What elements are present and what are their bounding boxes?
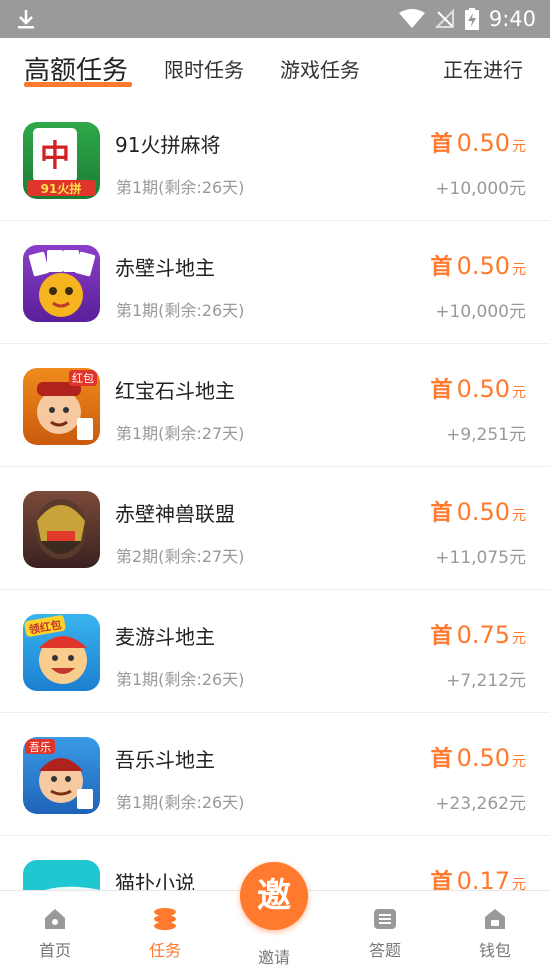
task-total: +10,000元 bbox=[435, 302, 526, 322]
app-icon-chibi-beast bbox=[23, 491, 100, 568]
reward-unit: 元 bbox=[512, 508, 526, 524]
happy-face-icon: 领红包 bbox=[24, 615, 87, 684]
task-name: 赤壁神兽联盟 bbox=[115, 502, 235, 526]
reward-unit: 元 bbox=[512, 754, 526, 770]
task-reward: 首 0.50 元 bbox=[431, 126, 526, 158]
reward-unit: 元 bbox=[512, 385, 526, 401]
no-signal-icon bbox=[434, 9, 454, 28]
task-total: +11,075元 bbox=[435, 548, 526, 568]
nav-home[interactable]: 首页 bbox=[0, 905, 110, 961]
landlord-cards-icon: 吾乐 bbox=[25, 739, 93, 809]
nav-invite-label: 邀请 bbox=[257, 948, 290, 967]
task-reward: 首 0.50 元 bbox=[431, 372, 526, 404]
status-bar: 9:40 bbox=[0, 0, 550, 38]
task-row[interactable]: 中 91火拼 91火拼麻将 第1期(剩余:26天) 首 0.50 元 +10,0… bbox=[0, 98, 550, 221]
svg-text:红包: 红包 bbox=[72, 372, 94, 385]
first-reward-badge: 首 bbox=[430, 624, 453, 649]
invite-button[interactable]: 邀 bbox=[240, 862, 308, 930]
reward-unit: 元 bbox=[512, 139, 526, 155]
download-icon bbox=[18, 10, 34, 29]
task-total: +7,212元 bbox=[446, 671, 526, 691]
task-reward: 首 0.50 元 bbox=[431, 495, 526, 527]
reward-amount: 0.50 bbox=[456, 744, 510, 772]
reward-unit: 元 bbox=[512, 631, 526, 647]
active-tab-underline bbox=[24, 82, 132, 87]
nav-tasks[interactable]: 任务 bbox=[110, 905, 220, 961]
app-icon-mahjong: 中 91火拼 bbox=[23, 122, 100, 199]
task-row[interactable]: 领红包 麦游斗地主 第1期(剩余:26天) 首 0.75 元 +7,212元 bbox=[0, 590, 550, 713]
app-icon-wule-doudizhu: 吾乐 bbox=[23, 737, 100, 814]
nav-quiz-label: 答题 bbox=[368, 941, 401, 960]
task-row[interactable]: 赤壁神兽联盟 第2期(剩余:27天) 首 0.50 元 +11,075元 bbox=[0, 467, 550, 590]
task-name: 吾乐斗地主 bbox=[115, 748, 215, 772]
nav-wallet-label: 钱包 bbox=[478, 941, 511, 960]
nav-tasks-label: 任务 bbox=[148, 941, 181, 960]
battery-charging-icon bbox=[464, 8, 479, 30]
task-period: 第2期(剩余:27天) bbox=[116, 547, 245, 566]
task-period: 第1期(剩余:26天) bbox=[116, 301, 245, 320]
first-reward-badge: 首 bbox=[430, 747, 453, 772]
home-icon bbox=[45, 909, 65, 929]
task-total: +23,262元 bbox=[435, 794, 526, 814]
nav-home-label: 首页 bbox=[38, 941, 71, 960]
app-icon-maopu-novel bbox=[23, 860, 100, 890]
reward-amount: 0.50 bbox=[456, 252, 510, 280]
task-name: 猫扑小说 bbox=[115, 871, 195, 890]
wallet-icon bbox=[485, 909, 505, 929]
task-list: 中 91火拼 91火拼麻将 第1期(剩余:26天) 首 0.50 元 +10,0… bbox=[0, 98, 550, 890]
first-reward-badge: 首 bbox=[430, 378, 453, 403]
status-time: 9:40 bbox=[488, 7, 536, 31]
task-reward: 首 0.75 元 bbox=[431, 618, 526, 650]
task-reward: 首 0.17 元 bbox=[431, 864, 526, 890]
mahjong-tile-icon: 中 91火拼 bbox=[27, 128, 96, 196]
task-row[interactable]: 赤壁斗地主 第1期(剩余:26天) 首 0.50 元 +10,000元 bbox=[0, 221, 550, 344]
tab-game-tasks[interactable]: 游戏任务 bbox=[280, 54, 360, 83]
reward-amount: 0.50 bbox=[456, 129, 510, 157]
task-name: 91火拼麻将 bbox=[115, 133, 221, 157]
task-total: +10,000元 bbox=[435, 179, 526, 199]
task-period: 第1期(剩余:26天) bbox=[116, 178, 245, 197]
task-period: 第1期(剩余:26天) bbox=[116, 670, 245, 689]
cards-tiger-icon bbox=[28, 250, 96, 317]
first-reward-badge: 首 bbox=[430, 132, 453, 157]
task-total: +9,251元 bbox=[446, 425, 526, 445]
task-tabs: 高额任务 限时任务 游戏任务 正在进行 bbox=[0, 38, 550, 98]
nav-wallet[interactable]: 钱包 bbox=[440, 905, 550, 961]
first-reward-badge: 首 bbox=[430, 255, 453, 280]
task-period: 第1期(剩余:26天) bbox=[116, 793, 245, 812]
nav-quiz[interactable]: 答题 bbox=[330, 905, 440, 961]
first-reward-badge: 首 bbox=[430, 501, 453, 526]
reward-amount: 0.50 bbox=[456, 498, 510, 526]
task-name: 赤壁斗地主 bbox=[115, 256, 215, 280]
coins-icon bbox=[154, 908, 176, 930]
reward-amount: 0.75 bbox=[456, 621, 510, 649]
svg-text:吾乐: 吾乐 bbox=[29, 741, 51, 754]
tab-limited-time[interactable]: 限时任务 bbox=[164, 54, 244, 83]
task-reward: 首 0.50 元 bbox=[431, 741, 526, 773]
warrior-helmet-icon bbox=[35, 499, 87, 559]
first-reward-badge: 首 bbox=[430, 870, 453, 890]
reward-unit: 元 bbox=[512, 262, 526, 278]
svg-text:中: 中 bbox=[40, 139, 70, 174]
svg-text:91火拼: 91火拼 bbox=[41, 181, 82, 196]
wifi-icon bbox=[398, 9, 425, 28]
task-row[interactable]: 红包 红宝石斗地主 第1期(剩余:27天) 首 0.50 元 +9,251元 bbox=[0, 344, 550, 467]
reward-amount: 0.50 bbox=[456, 375, 510, 403]
task-period: 第1期(剩余:27天) bbox=[116, 424, 245, 443]
task-name: 麦游斗地主 bbox=[115, 625, 215, 649]
reward-amount: 0.17 bbox=[456, 867, 510, 890]
task-name: 红宝石斗地主 bbox=[115, 379, 235, 403]
task-reward: 首 0.50 元 bbox=[431, 249, 526, 281]
list-icon bbox=[374, 909, 396, 929]
wave-logo-icon bbox=[45, 886, 100, 890]
reward-unit: 元 bbox=[512, 877, 526, 890]
tab-in-progress[interactable]: 正在进行 bbox=[443, 54, 523, 83]
app-icon-maiyou-doudizhu: 领红包 bbox=[23, 614, 100, 691]
landlord-face-icon: 红包 bbox=[37, 370, 97, 440]
app-icon-ruby-doudizhu: 红包 bbox=[23, 368, 100, 445]
task-row[interactable]: 吾乐 吾乐斗地主 第1期(剩余:26天) 首 0.50 元 +23,262元 bbox=[0, 713, 550, 836]
app-icon-chibi-doudizhu bbox=[23, 245, 100, 322]
